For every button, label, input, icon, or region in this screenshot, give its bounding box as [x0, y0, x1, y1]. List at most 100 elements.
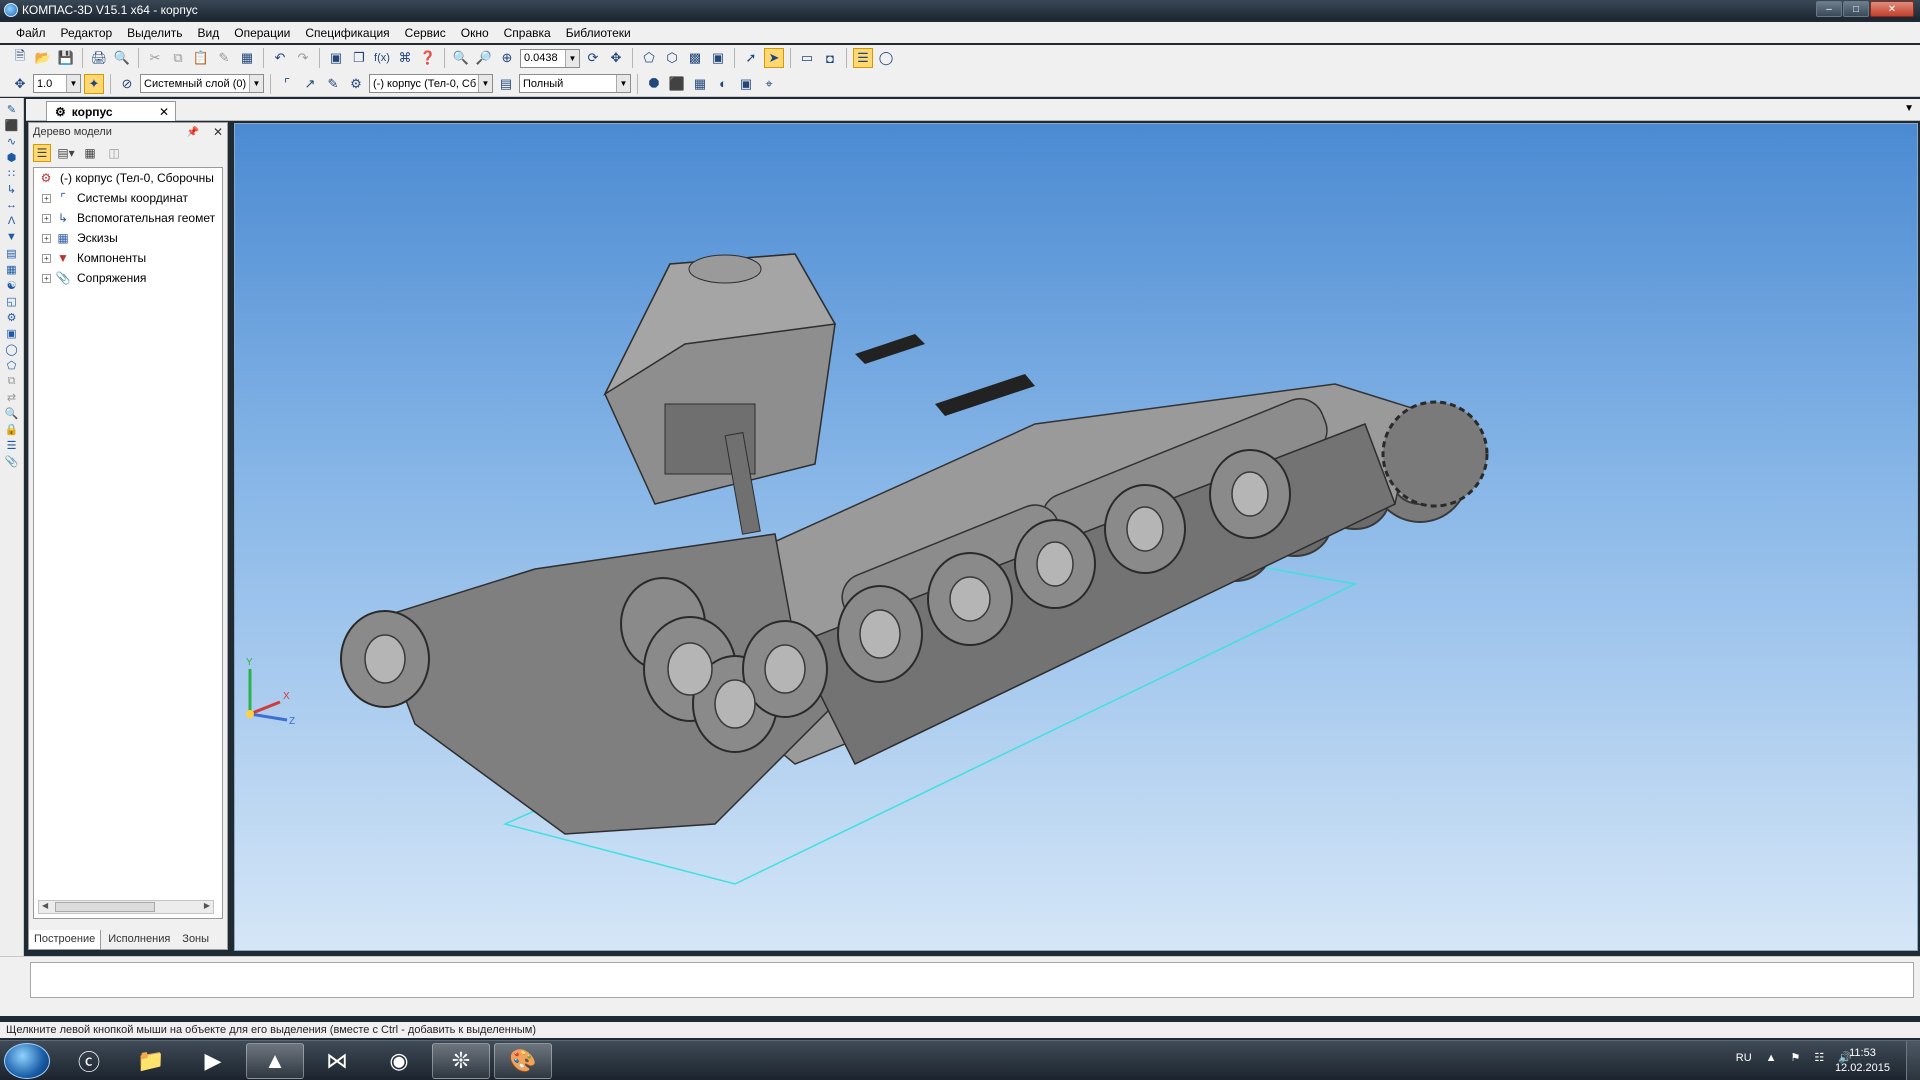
edit-component-icon[interactable]: ✎ — [323, 74, 343, 94]
language-indicator[interactable]: RU — [1736, 1052, 1752, 1064]
paste-icon[interactable]: 📋 — [191, 48, 211, 68]
close-panel-icon[interactable]: ✕ — [213, 125, 223, 139]
pin-icon[interactable]: 📌 — [186, 127, 198, 138]
cylinder-icon[interactable]: ◯ — [4, 342, 20, 356]
zoom-window-icon[interactable]: 🔍 — [451, 48, 471, 68]
select-filter-icon[interactable]: ➤ — [764, 48, 784, 68]
parameters-icon[interactable]: ◯ — [876, 48, 896, 68]
internet-explorer-icon[interactable]: ⓒ — [60, 1043, 118, 1079]
menu-select[interactable]: Выделить — [127, 26, 182, 40]
3d-viewport[interactable]: Y X Z — [234, 123, 1918, 951]
tab-construction[interactable]: Построение — [28, 930, 102, 950]
cut-icon[interactable]: ✂ — [145, 48, 165, 68]
display-mode-select[interactable]: Полный ▼ — [519, 74, 631, 93]
tab-versions[interactable]: Исполнения — [103, 930, 175, 950]
redo-icon[interactable]: ↷ — [293, 48, 313, 68]
start-button[interactable] — [4, 1043, 50, 1079]
kompas-taskbar-icon[interactable]: ❊ — [432, 1043, 490, 1079]
surface-icon[interactable]: ⬢ — [4, 150, 20, 164]
box-icon[interactable]: ⬠ — [4, 358, 20, 372]
copy-icon[interactable]: ⧉ — [168, 48, 188, 68]
tab-zones[interactable]: Зоны — [177, 930, 214, 950]
properties-icon[interactable]: ▦ — [237, 48, 257, 68]
tree-filter-icon[interactable]: ◫ — [105, 144, 123, 162]
library-icon[interactable]: ❐ — [349, 48, 369, 68]
auxiliary-icon[interactable]: ↳ — [4, 182, 20, 196]
manager-icon[interactable]: ▣ — [326, 48, 346, 68]
component-icon[interactable]: ⚙ — [4, 310, 20, 324]
menu-editor[interactable]: Редактор — [61, 26, 113, 40]
array-tool-icon[interactable]: ∷ — [4, 166, 20, 180]
chevron-down-icon[interactable]: ▼ — [478, 75, 492, 92]
tree-sort-icon[interactable]: ▦ — [81, 144, 99, 162]
view-shaded-icon[interactable]: ▩ — [685, 48, 705, 68]
tree-root[interactable]: ⚙ (-) корпус (Тел-0, Сборочны — [34, 168, 222, 188]
network-icon[interactable]: ☷ — [1814, 1051, 1824, 1064]
tree-item-sketches[interactable]: + ▦ Эскизы — [34, 228, 222, 248]
pan-icon[interactable]: ✥ — [606, 48, 626, 68]
horizontal-scrollbar[interactable]: ◀ ▶ — [38, 900, 214, 914]
copy-tool-icon[interactable]: ⧉ — [4, 374, 20, 388]
minimize-button[interactable]: – — [1816, 1, 1842, 17]
tree-item-mates[interactable]: + 📎 Сопряжения — [34, 268, 222, 288]
action-center-icon[interactable]: ⚑ — [1791, 1051, 1801, 1064]
expand-icon[interactable]: + — [42, 193, 51, 203]
tabs-dropdown-icon[interactable]: ▼ — [1904, 103, 1914, 114]
menu-libraries[interactable]: Библиотеки — [566, 26, 631, 40]
render-icon[interactable]: ▣ — [736, 74, 756, 94]
mate-tool-icon[interactable]: ☯ — [4, 278, 20, 292]
chrome-icon[interactable]: ◉ — [370, 1043, 428, 1079]
current-object-select[interactable]: (-) корпус (Тел-0, Сб ▼ — [369, 74, 493, 93]
tree-structure-icon[interactable]: ☰ — [33, 144, 51, 162]
file-explorer-icon[interactable]: 📁 — [122, 1043, 180, 1079]
new-document-icon[interactable]: 🗎 — [10, 48, 30, 68]
dimension-icon[interactable]: ↔ — [4, 198, 20, 212]
expand-icon[interactable]: + — [42, 273, 51, 283]
report-icon[interactable]: ▤ — [4, 246, 20, 260]
display-mode-icon[interactable]: ▤ — [496, 74, 516, 94]
menu-service[interactable]: Сервис — [405, 26, 446, 40]
menu-file[interactable]: Файл — [16, 26, 46, 40]
zoom-scale-field[interactable]: 0.0438 ▼ — [520, 48, 580, 68]
tree-view-mode-icon[interactable]: ▤▾ — [57, 144, 75, 162]
undo-icon[interactable]: ↶ — [270, 48, 290, 68]
scroll-left-icon[interactable]: ◀ — [42, 901, 48, 910]
menu-help[interactable]: Справка — [504, 26, 551, 40]
print-icon[interactable]: 🖨 — [89, 48, 109, 68]
layer-icon[interactable]: ⊘ — [117, 74, 137, 94]
menu-view[interactable]: Вид — [198, 26, 220, 40]
tree-item-components[interactable]: + ▼ Компоненты — [34, 248, 222, 268]
orient-icon[interactable]: ↗ — [300, 74, 320, 94]
menu-specification[interactable]: Спецификация — [305, 26, 389, 40]
show-desktop-button[interactable] — [1906, 1041, 1920, 1080]
zoom-icon[interactable]: ⊕ — [497, 48, 517, 68]
expand-icon[interactable]: + — [42, 233, 51, 243]
array-icon[interactable]: ▦ — [690, 74, 710, 94]
maximize-button[interactable]: □ — [1843, 1, 1869, 17]
search-tool-icon[interactable]: 🔍 — [4, 406, 20, 420]
attach-icon[interactable]: 📎 — [4, 454, 20, 468]
orientation-icon[interactable]: ➚ — [741, 48, 761, 68]
mirror-icon[interactable]: ⇄ — [4, 390, 20, 404]
tree-toggle-icon[interactable]: ☰ — [853, 48, 873, 68]
current-object-icon[interactable]: ⚙ — [346, 74, 366, 94]
variables-icon[interactable]: f(x) — [372, 48, 392, 68]
tree-item-auxiliary-geometry[interactable]: + ↳ Вспомогательная геомет — [34, 208, 222, 228]
sheet-metal-icon[interactable]: ◱ — [4, 294, 20, 308]
chevron-down-icon[interactable]: ▼ — [565, 49, 579, 67]
step-cursor-icon[interactable]: ✥ — [10, 74, 30, 94]
paint-icon[interactable]: 🎨 — [494, 1043, 552, 1079]
visual-studio-icon[interactable]: ⋈ — [308, 1043, 366, 1079]
zoom-all-icon[interactable]: 🔎 — [474, 48, 494, 68]
tree-item-coordinate-systems[interactable]: + ⌜ Системы координат — [34, 188, 222, 208]
perspective-icon[interactable]: ▭ — [797, 48, 817, 68]
close-button[interactable]: ✕ — [1870, 1, 1914, 17]
layer-select[interactable]: Системный слой (0) ▼ — [140, 74, 264, 93]
clock[interactable]: 11:53 12.02.2015 — [1835, 1046, 1890, 1076]
shading-icon[interactable]: ◐ — [713, 74, 733, 94]
help-pointer-icon[interactable]: ❓ — [418, 48, 438, 68]
tank-model[interactable]: Y X Z — [235, 124, 1918, 951]
save-icon[interactable]: 💾 — [56, 48, 76, 68]
open-icon[interactable]: 📂 — [33, 48, 53, 68]
sketch-tool-icon[interactable]: Λ — [4, 214, 20, 228]
